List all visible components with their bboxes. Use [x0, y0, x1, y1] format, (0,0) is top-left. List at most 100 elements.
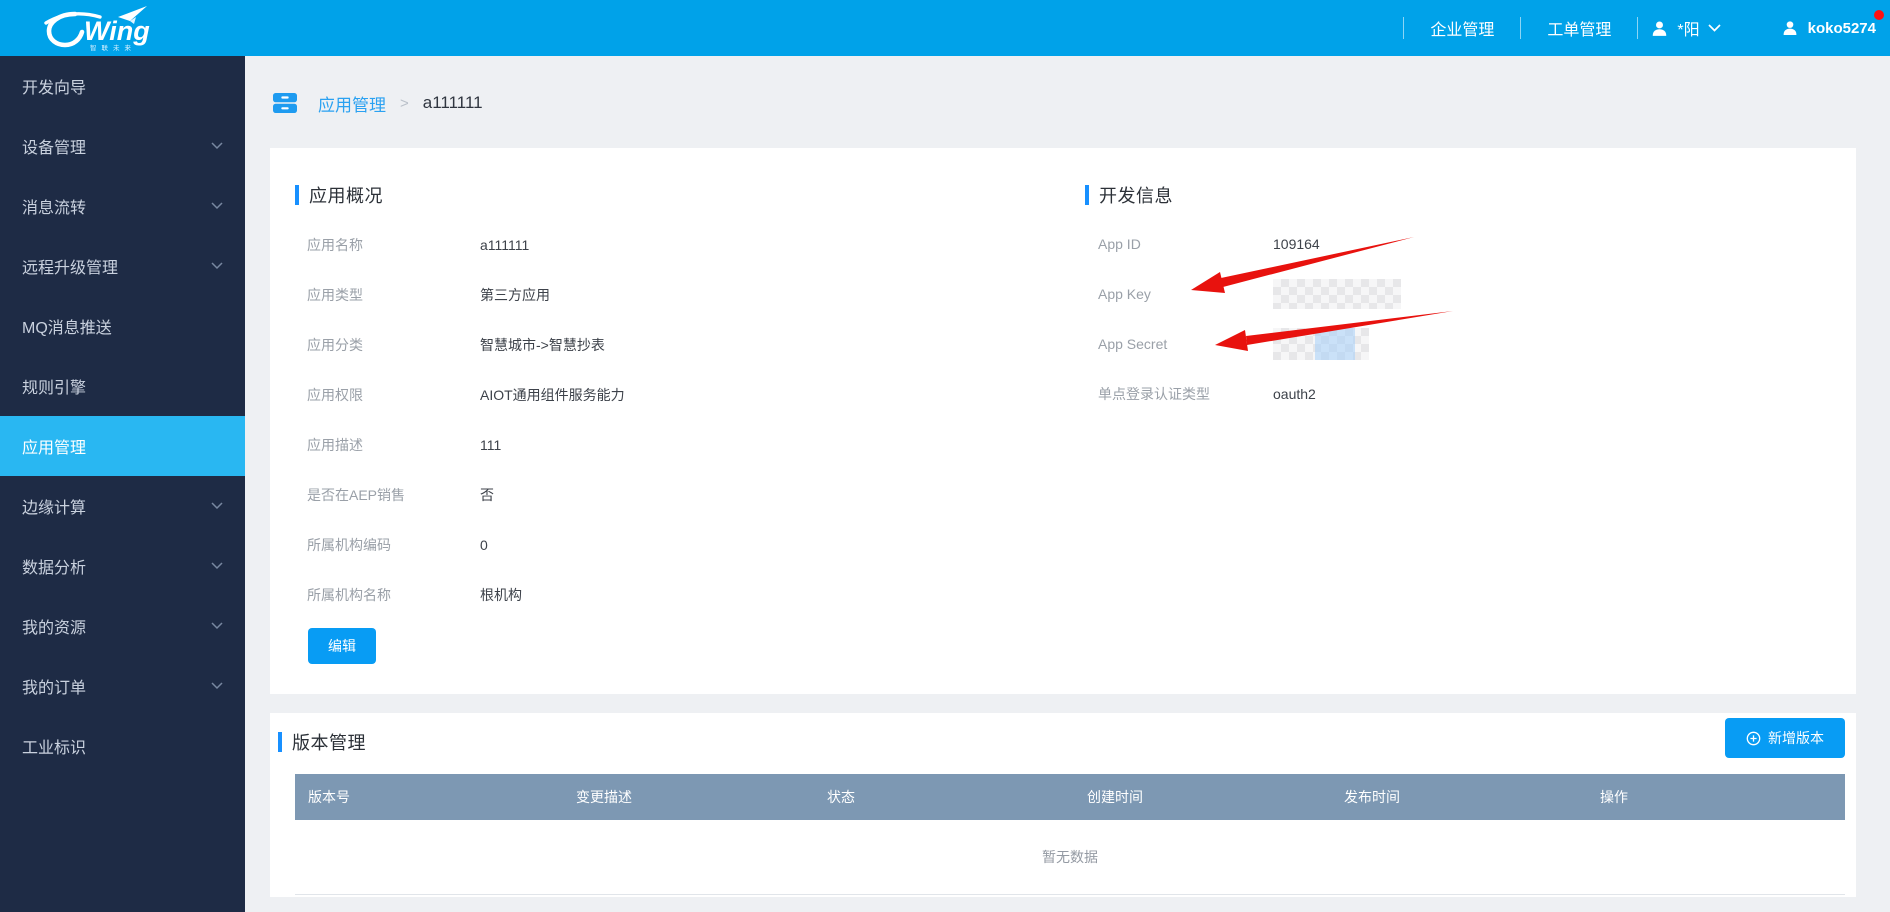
- field-row-app-id: App ID109164: [1098, 219, 1658, 269]
- field-row-org-name: 所属机构名称根机构: [307, 570, 867, 620]
- field-label: 应用权限: [307, 385, 480, 405]
- sidebar-item-remote-upgrade[interactable]: 远程升级管理: [0, 236, 245, 296]
- app-key-masked-value: [1273, 279, 1401, 309]
- nav-enterprise-management[interactable]: 企业管理: [1404, 16, 1520, 40]
- sidebar-item-label: 应用管理: [22, 434, 86, 458]
- sidebar-item-label: 我的订单: [22, 674, 86, 698]
- topbar: Wing 智联未来 企业管理 工单管理 *阳: [0, 0, 1890, 56]
- account-menu[interactable]: koko5274: [1781, 19, 1876, 37]
- sidebar: 开发向导 设备管理 消息流转 远程升级管理 MQ消息推送 规则引擎 应用管理 边…: [0, 56, 245, 912]
- user-short-name: *阳: [1677, 16, 1699, 40]
- section-title-bar: [278, 732, 282, 752]
- column-change-description: 变更描述: [576, 774, 632, 820]
- field-value: 109164: [1273, 236, 1320, 252]
- field-row-app-category: 应用分类智慧城市->智慧抄表: [307, 320, 867, 370]
- field-label: 所属机构编码: [307, 535, 480, 555]
- chevron-down-icon: [211, 562, 223, 570]
- field-value: a111111: [480, 237, 529, 253]
- field-label: 所属机构名称: [307, 585, 480, 605]
- user-menu[interactable]: *阳: [1638, 16, 1734, 40]
- version-table-header: 版本号 变更描述 状态 创建时间 发布时间 操作: [295, 774, 1845, 820]
- sidebar-item-device-management[interactable]: 设备管理: [0, 116, 245, 176]
- field-row-app-name: 应用名称a111111: [307, 220, 867, 270]
- field-label: 是否在AEP销售: [307, 485, 480, 505]
- ctwing-app-detail-page: Wing 智联未来 企业管理 工单管理 *阳: [0, 0, 1890, 912]
- column-status: 状态: [827, 774, 855, 820]
- chevron-down-icon: [211, 622, 223, 630]
- sidebar-item-message-flow[interactable]: 消息流转: [0, 176, 245, 236]
- field-row-app-secret: App Secret: [1098, 319, 1658, 369]
- sidebar-item-app-management[interactable]: 应用管理: [0, 416, 245, 476]
- section-title-text: 版本管理: [292, 729, 366, 755]
- user-icon: [1781, 19, 1799, 37]
- sidebar-item-label: 我的资源: [22, 614, 86, 638]
- field-label: 应用名称: [307, 235, 480, 255]
- sidebar-item-label: 远程升级管理: [22, 254, 118, 278]
- edit-button[interactable]: 编辑: [308, 628, 376, 664]
- field-row-app-type: 应用类型第三方应用: [307, 270, 867, 320]
- section-title-bar: [1085, 185, 1089, 205]
- sidebar-item-dev-wizard[interactable]: 开发向导: [0, 56, 245, 116]
- field-row-org-code: 所属机构编码0: [307, 520, 867, 570]
- sidebar-item-edge-computing[interactable]: 边缘计算: [0, 476, 245, 536]
- field-value: 根机构: [480, 585, 522, 605]
- sidebar-item-rule-engine[interactable]: 规则引擎: [0, 356, 245, 416]
- field-row-app-key: App Key: [1098, 269, 1658, 319]
- account-name: koko5274: [1808, 20, 1876, 37]
- section-title-bar: [295, 185, 299, 205]
- table-empty-state: 暂无数据: [295, 820, 1845, 895]
- sidebar-item-data-analysis[interactable]: 数据分析: [0, 536, 245, 596]
- nav-workorder-management[interactable]: 工单管理: [1521, 16, 1637, 40]
- breadcrumb: 应用管理 > a111111: [272, 90, 483, 116]
- topbar-right: 企业管理 工单管理 *阳 koko5274: [1403, 0, 1876, 56]
- sidebar-item-my-resources[interactable]: 我的资源: [0, 596, 245, 656]
- column-create-time: 创建时间: [1087, 774, 1143, 820]
- sidebar-item-mq-push[interactable]: MQ消息推送: [0, 296, 245, 356]
- field-label: App ID: [1098, 236, 1273, 252]
- field-value: 否: [480, 485, 494, 505]
- version-table: 版本号 变更描述 状态 创建时间 发布时间 操作 暂无数据: [295, 774, 1845, 895]
- dev-info-fields: App ID109164 App Key App Secret 单点登录认证类型…: [1098, 219, 1658, 419]
- sidebar-item-label: 规则引擎: [22, 374, 86, 398]
- chevron-down-icon: [211, 682, 223, 690]
- circle-plus-icon: [1746, 731, 1761, 746]
- main-content: 应用管理 > a111111 应用概况 应用名称a111111 应用类型第三方应…: [245, 56, 1890, 912]
- sidebar-item-industrial-id[interactable]: 工业标识: [0, 716, 245, 776]
- field-value: 0: [480, 537, 488, 553]
- app-overview-section-title: 应用概况: [295, 182, 383, 208]
- user-icon: [1650, 19, 1669, 38]
- field-value: oauth2: [1273, 386, 1316, 402]
- chevron-down-icon: [211, 262, 223, 270]
- app-box-icon: [272, 90, 298, 116]
- ctwing-logo: Wing 智联未来: [44, 4, 162, 52]
- field-value: 智慧城市->智慧抄表: [480, 335, 605, 355]
- sidebar-item-my-orders[interactable]: 我的订单: [0, 656, 245, 716]
- sidebar-item-label: 工业标识: [22, 734, 86, 758]
- breadcrumb-app-management-link[interactable]: 应用管理: [318, 91, 386, 116]
- version-section-title: 版本管理: [278, 729, 366, 755]
- field-label: 应用分类: [307, 335, 480, 355]
- ctwing-logo-graphic: Wing 智联未来: [44, 4, 162, 52]
- column-publish-time: 发布时间: [1344, 774, 1400, 820]
- breadcrumb-separator: >: [400, 95, 409, 112]
- add-version-button[interactable]: 新增版本: [1725, 718, 1845, 758]
- version-management-card: 版本管理 新增版本 版本号 变更描述 状态 创建时间 发布时间 操作 暂无数据: [270, 713, 1856, 897]
- chevron-down-icon: [1708, 24, 1721, 32]
- field-row-aep-sale: 是否在AEP销售否: [307, 470, 867, 520]
- field-row-app-description: 应用描述111: [307, 420, 867, 470]
- column-actions: 操作: [1600, 774, 1628, 820]
- sidebar-item-label: 数据分析: [22, 554, 86, 578]
- field-value: AIOT通用组件服务能力: [480, 385, 625, 405]
- field-label: 应用描述: [307, 435, 480, 455]
- chevron-down-icon: [211, 502, 223, 510]
- field-row-app-permission: 应用权限AIOT通用组件服务能力: [307, 370, 867, 420]
- chevron-down-icon: [211, 202, 223, 210]
- field-row-sso-auth-type: 单点登录认证类型oauth2: [1098, 369, 1658, 419]
- notification-dot: [1874, 10, 1884, 20]
- brand-text: Wing: [84, 16, 150, 46]
- sidebar-item-label: 开发向导: [22, 74, 86, 98]
- field-label: 应用类型: [307, 285, 480, 305]
- sidebar-item-label: 消息流转: [22, 194, 86, 218]
- field-value: 111: [480, 437, 501, 453]
- chevron-down-icon: [211, 142, 223, 150]
